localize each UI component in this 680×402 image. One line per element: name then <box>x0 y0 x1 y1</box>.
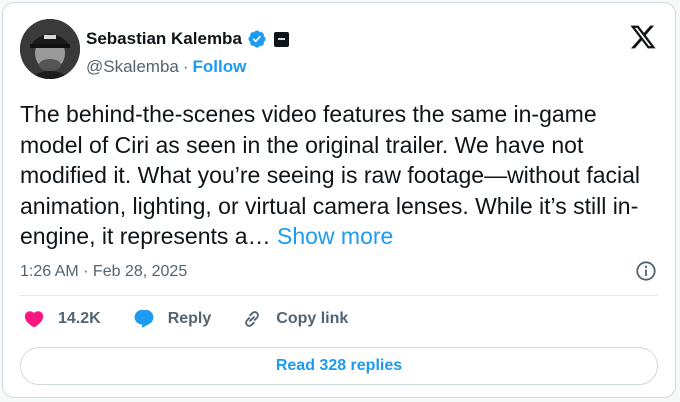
follow-button[interactable]: Follow <box>193 57 247 77</box>
reply-button[interactable]: Reply <box>133 308 212 330</box>
likes-count: 14.2K <box>58 310 101 327</box>
divider <box>20 295 658 296</box>
author-name-row: Sebastian Kalemba <box>86 29 289 49</box>
read-replies-button[interactable]: Read 328 replies <box>20 347 658 385</box>
author-handle[interactable]: @Skalemba <box>86 57 179 77</box>
reply-label: Reply <box>167 310 212 327</box>
affiliate-badge-icon[interactable] <box>273 31 289 47</box>
read-replies-label: Read 328 replies <box>275 357 403 374</box>
link-icon <box>245 311 260 327</box>
author-name[interactable]: Sebastian Kalemba <box>86 29 242 49</box>
avatar[interactable] <box>20 19 80 79</box>
verified-badge-icon <box>248 30 266 48</box>
author-handle-row: @Skalemba · Follow <box>86 57 246 77</box>
reply-icon <box>134 309 154 328</box>
like-button[interactable]: 14.2K <box>23 308 101 330</box>
tweet-timestamp[interactable]: 1:26 AM · Feb 28, 2025 <box>20 263 187 281</box>
copy-link-button[interactable]: Copy link <box>241 308 348 330</box>
tweet-text: The behind-the-scenes video features the… <box>20 99 660 252</box>
action-bar: 14.2K Reply Copy link <box>23 308 348 330</box>
info-icon[interactable] <box>635 260 657 282</box>
separator-dot: · <box>182 57 189 76</box>
show-more-link[interactable]: Show more <box>277 223 393 249</box>
avatar-image <box>20 19 80 79</box>
x-logo-icon[interactable] <box>629 23 657 51</box>
tweet-card: Sebastian Kalemba @Skalemba · Follow The… <box>2 2 676 398</box>
heart-icon <box>24 311 44 328</box>
copy-link-label: Copy link <box>276 310 349 327</box>
